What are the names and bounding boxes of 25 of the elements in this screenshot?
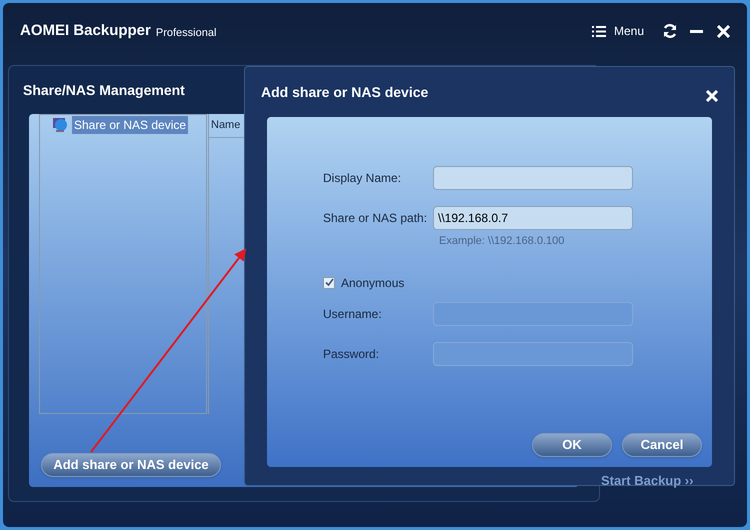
field-label: Username: bbox=[323, 306, 383, 322]
dialog-button[interactable]: Cancel bbox=[622, 433, 702, 457]
refresh-icon[interactable] bbox=[662, 23, 678, 39]
field-label: Password: bbox=[323, 346, 380, 362]
field-label: Display Name: bbox=[323, 170, 402, 187]
add-device-button[interactable]: Add share or NAS device bbox=[41, 453, 221, 477]
close-icon[interactable] bbox=[706, 90, 718, 102]
hint-text: Example: \\192.168.0.100 bbox=[439, 234, 566, 249]
text-field[interactable]: \\192.168.0.7 bbox=[433, 206, 633, 230]
background-button-text: Start Backup ›› bbox=[601, 472, 694, 490]
menu-icon bbox=[592, 26, 606, 36]
minimize-icon[interactable] bbox=[690, 30, 703, 32]
field-label: Share or NAS path: bbox=[323, 210, 428, 227]
app-title: AOMEI Backupper bbox=[20, 20, 151, 41]
dialog-title: Share/NAS Management bbox=[23, 80, 185, 100]
dialog-button[interactable]: OK bbox=[532, 433, 612, 457]
edition-label: Professional bbox=[156, 26, 216, 41]
checkbox-label: Anonymous bbox=[341, 274, 404, 292]
menu-button[interactable]: Menu bbox=[592, 22, 644, 40]
close-icon[interactable] bbox=[717, 24, 730, 38]
dialog-title: Add share or NAS device bbox=[261, 82, 428, 102]
check-icon bbox=[324, 278, 334, 287]
text-field[interactable] bbox=[433, 166, 633, 190]
network-globe-icon bbox=[52, 117, 69, 133]
checkbox[interactable] bbox=[323, 276, 335, 288]
